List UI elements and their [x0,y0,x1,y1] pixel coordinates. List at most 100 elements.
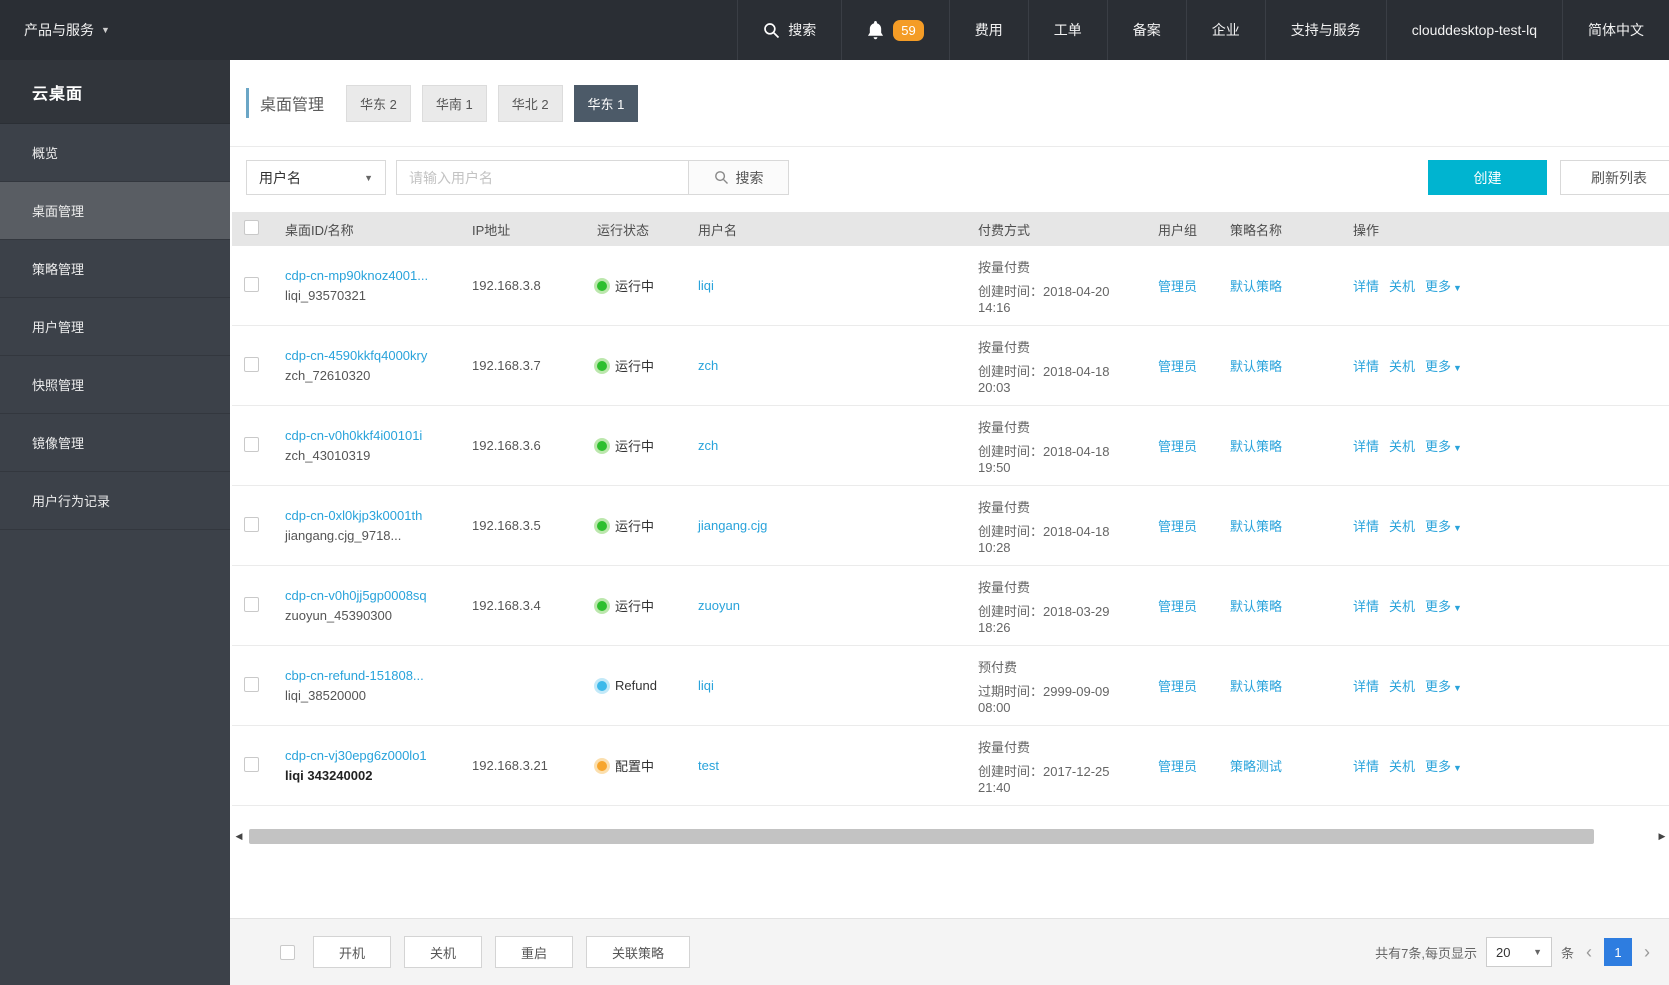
status-label: 运行中 [615,519,655,534]
user-group-link[interactable]: 管理员 [1158,759,1197,774]
user-group-link[interactable]: 管理员 [1158,599,1197,614]
select-all-checkbox[interactable] [244,220,259,235]
scroll-right-icon[interactable]: ▶ [1655,828,1669,845]
desktop-id-link[interactable]: cdp-cn-0xl0kjp3k0001th [285,508,422,523]
policy-link[interactable]: 默认策略 [1230,599,1282,614]
more-link[interactable]: 更多 ▼ [1425,439,1462,454]
row-checkbox[interactable] [244,356,259,372]
topbar-nav-item[interactable]: 工单 [1027,0,1107,60]
detail-link[interactable]: 详情 [1353,679,1379,694]
topbar-nav-item[interactable]: 费用 [948,0,1028,60]
row-checkbox[interactable] [244,596,259,612]
topbar-nav-item[interactable]: 企业 [1185,0,1265,60]
desktop-id-link[interactable]: cdp-cn-vj30epg6z000lo1 [285,748,427,763]
more-link[interactable]: 更多 ▼ [1425,279,1462,294]
shutdown-link[interactable]: 关机 [1389,759,1415,774]
policy-link[interactable]: 默认策略 [1230,279,1282,294]
user-link[interactable]: jiangang.cjg [698,518,767,533]
detail-link[interactable]: 详情 [1353,599,1379,614]
next-page-icon[interactable]: › [1641,943,1653,961]
user-group-link[interactable]: 管理员 [1158,679,1197,694]
current-page-button[interactable]: 1 [1604,938,1632,966]
shutdown-link[interactable]: 关机 [1389,519,1415,534]
sidebar-item[interactable]: 概览 [0,124,230,182]
detail-link[interactable]: 详情 [1353,279,1379,294]
prev-page-icon[interactable]: ‹ [1583,943,1595,961]
page-size-select[interactable]: 20 ▼ [1485,937,1552,967]
user-group-link[interactable]: 管理员 [1158,279,1197,294]
sidebar-item[interactable]: 镜像管理 [0,414,230,472]
row-checkbox[interactable] [244,436,259,452]
policy-link[interactable]: 默认策略 [1230,519,1282,534]
row-checkbox[interactable] [244,676,259,692]
shutdown-link[interactable]: 关机 [1389,279,1415,294]
desktop-id-link[interactable]: cdp-cn-mp90knoz4001... [285,268,428,283]
power-on-button[interactable]: 开机 [313,936,392,968]
desktop-id-link[interactable]: cdp-cn-4590kkfq4000kry [285,348,427,363]
detail-link[interactable]: 详情 [1353,439,1379,454]
search-button[interactable]: 搜索 [689,160,789,195]
user-link[interactable]: zch [698,438,718,453]
row-checkbox[interactable] [244,276,259,292]
search-input[interactable] [396,160,689,195]
more-link[interactable]: 更多 ▼ [1425,679,1462,694]
more-link[interactable]: 更多 ▼ [1425,359,1462,374]
user-link[interactable]: zuoyun [698,598,740,613]
policy-link[interactable]: 默认策略 [1230,359,1282,374]
user-link[interactable]: liqi [698,678,714,693]
shutdown-link[interactable]: 关机 [1389,359,1415,374]
policy-link[interactable]: 默认策略 [1230,439,1282,454]
shutdown-link[interactable]: 关机 [1389,599,1415,614]
user-link[interactable]: test [698,758,719,773]
shutdown-link[interactable]: 关机 [1389,679,1415,694]
footer-select-all-checkbox[interactable] [280,944,295,960]
region-tab[interactable]: 华北 2 [497,84,563,122]
batch-buttons: 开机 关机 重启 关联策略 [313,936,703,968]
scroll-left-icon[interactable]: ◀ [232,828,246,845]
user-link[interactable]: liqi [698,278,714,293]
user-group-cell: 管理员 [1145,596,1218,615]
desktop-id-link[interactable]: cbp-cn-refund-151808... [285,668,424,683]
policy-link[interactable]: 默认策略 [1230,679,1282,694]
row-actions: 详情 关机 更多 ▼ [1340,276,1669,295]
scrollbar-thumb[interactable] [249,829,1594,844]
user-link[interactable]: zch [698,358,718,373]
refresh-list-button[interactable]: 刷新列表 [1560,160,1669,195]
horizontal-scrollbar[interactable]: ◀ ▶ [232,828,1669,845]
region-tab[interactable]: 华南 1 [421,84,487,122]
detail-link[interactable]: 详情 [1353,359,1379,374]
user-group-link[interactable]: 管理员 [1158,359,1197,374]
detail-link[interactable]: 详情 [1353,519,1379,534]
policy-link[interactable]: 策略测试 [1230,759,1282,774]
topbar-nav-item[interactable]: 备案 [1106,0,1186,60]
create-button[interactable]: 创建 [1428,160,1547,195]
sidebar-item[interactable]: 用户行为记录 [0,472,230,530]
desktop-id-link[interactable]: cdp-cn-v0h0jj5gp0008sq [285,588,427,603]
desktop-id-link[interactable]: cdp-cn-v0h0kkf4i00101i [285,428,422,443]
more-link[interactable]: 更多 ▼ [1425,759,1462,774]
user-group-link[interactable]: 管理员 [1158,519,1197,534]
row-checkbox[interactable] [244,756,259,772]
shutdown-link[interactable]: 关机 [1389,439,1415,454]
region-tab[interactable]: 华东 1 [573,84,639,122]
sidebar-item[interactable]: 策略管理 [0,240,230,298]
more-link[interactable]: 更多 ▼ [1425,519,1462,534]
more-link[interactable]: 更多 ▼ [1425,599,1462,614]
row-checkbox[interactable] [244,516,259,532]
region-tab[interactable]: 华东 2 [346,84,411,122]
detail-link[interactable]: 详情 [1353,759,1379,774]
language-switcher[interactable]: 简体中文 [1562,0,1669,60]
filter-field-select[interactable]: 用户名 ▼ [246,160,386,195]
sidebar-item[interactable]: 桌面管理 [0,182,230,240]
topbar-nav-item[interactable]: 支持与服务 [1264,0,1386,60]
products-menu[interactable]: 产品与服务 ▼ [0,0,134,60]
restart-button[interactable]: 重启 [495,936,574,968]
topbar-search[interactable]: 搜索 [737,0,841,60]
bind-policy-button[interactable]: 关联策略 [586,936,691,968]
sidebar-item[interactable]: 快照管理 [0,356,230,414]
shutdown-button[interactable]: 关机 [404,936,483,968]
notifications[interactable]: 59 [841,0,948,60]
user-group-link[interactable]: 管理员 [1158,439,1197,454]
account-name[interactable]: clouddesktop-test-lq [1385,0,1562,60]
sidebar-item[interactable]: 用户管理 [0,298,230,356]
